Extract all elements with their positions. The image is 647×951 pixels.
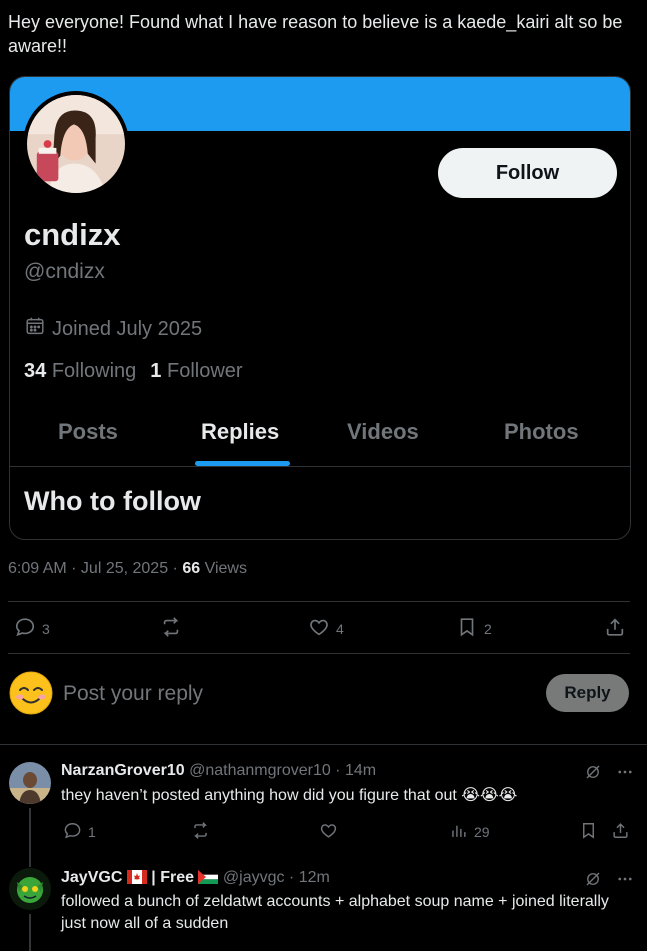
profile-handle[interactable]: @cndizx <box>24 260 105 284</box>
heart-icon <box>319 821 338 843</box>
profile-avatar[interactable] <box>23 91 129 197</box>
comment-header: NarzanGrover10 @nathanmgrover10 · 14m <box>61 762 376 780</box>
comment-handle[interactable]: @nathanmgrover10 <box>189 762 331 779</box>
canada-flag-icon <box>126 870 147 889</box>
following-count: 34 <box>24 360 47 382</box>
heart-icon <box>308 616 330 641</box>
post-action-bar: 3 4 2 <box>8 602 630 652</box>
comment-avatar[interactable] <box>9 762 51 804</box>
share-action[interactable] <box>604 616 626 641</box>
share-icon <box>611 821 630 843</box>
bookmark-icon <box>579 821 598 843</box>
grok-icon[interactable] <box>584 763 602 786</box>
following-link[interactable]: 34 Following <box>24 360 136 383</box>
tab-videos[interactable]: Videos <box>347 419 419 445</box>
divider <box>8 653 630 654</box>
bookmark-count: 2 <box>484 620 492 637</box>
comment-views-action[interactable]: 29 <box>449 821 490 843</box>
comment-text: followed a bunch of zeldatwt accounts + … <box>61 893 609 932</box>
tab-posts[interactable]: Posts <box>58 419 118 445</box>
bookmark-icon <box>456 616 478 641</box>
profile-tabs: Posts Replies Videos Photos <box>10 409 630 467</box>
tab-photos[interactable]: Photos <box>504 419 579 445</box>
followers-label: Follower <box>166 360 243 382</box>
post-text: Hey everyone! Found what I have reason t… <box>8 12 623 56</box>
comment-repost-action[interactable] <box>191 821 210 843</box>
follow-stats: 34 Following 1 Follower <box>24 360 243 383</box>
more-icon[interactable] <box>616 870 634 893</box>
comment-views-count: 29 <box>474 824 490 840</box>
tab-replies[interactable]: Replies <box>201 419 279 445</box>
profile-card[interactable]: Follow cndizx @cndizx Joined July 2025 3… <box>9 76 631 540</box>
grok-icon[interactable] <box>584 870 602 893</box>
comment-like-action[interactable] <box>319 821 338 843</box>
comment-top-icons <box>584 763 634 786</box>
more-icon[interactable] <box>616 763 634 786</box>
comment-header: JayVGC | Free @jayvgc · 12m <box>61 869 330 889</box>
comment[interactable]: JayVGC | Free @jayvgc · 12m followed a b… <box>0 855 647 951</box>
comment-author-suffix: | Free <box>146 869 199 886</box>
repost-action[interactable] <box>160 616 182 641</box>
reply-icon <box>63 821 82 843</box>
views-label: Views <box>200 560 247 577</box>
user-avatar[interactable] <box>9 671 53 715</box>
comment-bookmark-action[interactable] <box>579 821 598 843</box>
comment-body: they haven’t posted anything how did you… <box>61 787 457 804</box>
palestine-flag-icon <box>198 870 219 889</box>
calendar-icon <box>24 315 46 343</box>
followers-count: 1 <box>150 360 162 382</box>
comment-time[interactable]: · 14m <box>331 762 376 779</box>
analytics-icon <box>449 821 468 843</box>
reply-action[interactable]: 3 <box>14 616 50 641</box>
reply-input[interactable]: Post your reply <box>63 682 203 706</box>
comment-author[interactable]: JayVGC <box>61 869 122 886</box>
post-time[interactable]: 6:09 AM · Jul 25, 2025 · <box>8 560 182 577</box>
active-tab-indicator <box>195 461 290 466</box>
views-count: 66 <box>182 560 201 577</box>
comment-avatar[interactable] <box>9 868 51 910</box>
thread-line <box>29 914 31 951</box>
share-icon <box>604 616 626 641</box>
comment-share-action[interactable] <box>611 821 630 843</box>
reply-icon <box>14 616 36 641</box>
bookmark-action[interactable]: 2 <box>456 616 492 641</box>
comment-action-bar: 1 29 <box>61 821 631 843</box>
profile-display-name[interactable]: cndizx <box>24 217 120 253</box>
repost-icon <box>160 616 182 641</box>
followers-link[interactable]: 1 Follower <box>150 360 242 383</box>
following-label: Following <box>51 360 137 382</box>
reply-count: 3 <box>42 620 50 637</box>
comment-top-icons <box>584 870 634 893</box>
comment-author[interactable]: NarzanGrover10 <box>61 762 185 779</box>
follow-button[interactable]: Follow <box>438 148 617 198</box>
joined-label: Joined July 2025 <box>52 317 203 340</box>
comment-handle[interactable]: @jayvgc <box>223 869 285 886</box>
repost-icon <box>191 821 210 843</box>
reply-composer: Post your reply Reply <box>0 655 647 745</box>
like-count: 4 <box>336 620 344 637</box>
joined-date: Joined July 2025 <box>24 315 202 343</box>
thread-line <box>29 808 31 858</box>
crying-emoji: 😭😭😭 <box>461 787 518 804</box>
comment-reply-action[interactable]: 1 <box>63 821 96 843</box>
like-action[interactable]: 4 <box>308 616 344 641</box>
comment-reply-count: 1 <box>88 824 96 840</box>
post-timestamp[interactable]: 6:09 AM · Jul 25, 2025 · 66 Views <box>8 560 247 578</box>
comment[interactable]: NarzanGrover10 @nathanmgrover10 · 14m th… <box>0 745 647 858</box>
comment-text: they haven’t posted anything how did you… <box>61 785 621 807</box>
who-to-follow-heading: Who to follow <box>24 486 201 516</box>
comment-time[interactable]: · 12m <box>284 869 330 886</box>
reply-button[interactable]: Reply <box>546 674 629 712</box>
thread-line <box>29 855 31 867</box>
